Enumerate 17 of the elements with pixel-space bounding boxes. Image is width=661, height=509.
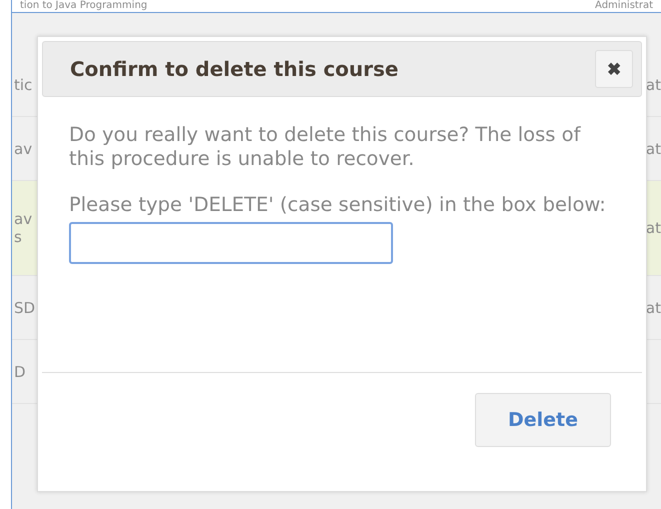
close-button[interactable]: ✖ xyxy=(595,50,633,88)
table-cell: D xyxy=(14,362,26,380)
table-cell: av xyxy=(14,140,32,158)
input-field[interactable] xyxy=(69,222,393,264)
table-cell: at xyxy=(646,76,661,94)
table-cell: tic xyxy=(14,76,32,94)
table-cell: av s xyxy=(14,210,32,246)
delete-button[interactable]: Delete xyxy=(475,393,611,447)
table-cell: at xyxy=(646,219,661,237)
table-cell: SD xyxy=(14,298,36,316)
table-cell: at xyxy=(646,140,661,158)
table-cell: at xyxy=(646,298,661,316)
table-cell-text: Administrat xyxy=(594,0,654,12)
table-cell-text: tion to Java Programming xyxy=(19,0,148,12)
prompt-text: Please type 'DELETE' (case sensitive) in the box below: xyxy=(69,193,607,217)
dialog-title: Confirm to delete this course xyxy=(70,57,398,81)
message-text: Do you really want to delete this course? The loss of this procedure is unable to recover. xyxy=(69,123,582,171)
